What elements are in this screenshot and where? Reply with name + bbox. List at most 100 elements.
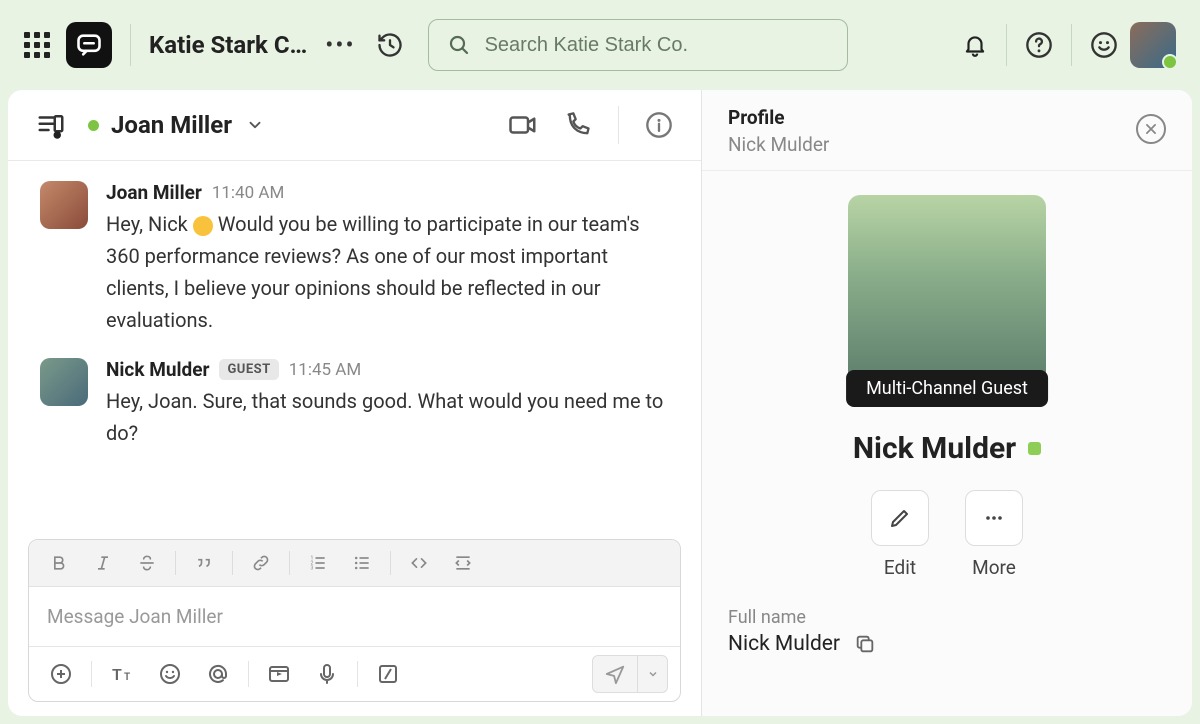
voice-call-button[interactable]	[564, 111, 592, 139]
message-composer: 123 Message Joan Miller TT	[28, 539, 681, 702]
message-input[interactable]: Message Joan Miller	[29, 587, 680, 646]
close-icon	[1144, 122, 1158, 136]
message-author[interactable]: Nick Mulder	[106, 358, 209, 381]
record-audio-button[interactable]	[307, 656, 347, 692]
smile-icon	[1090, 31, 1118, 59]
list-toggle-icon	[36, 110, 66, 140]
bullet-list-button[interactable]	[342, 546, 382, 580]
svg-text:T: T	[124, 672, 130, 683]
divider	[130, 24, 131, 66]
chevron-down-icon	[246, 116, 264, 134]
close-profile-button[interactable]	[1136, 114, 1166, 144]
bold-button[interactable]	[39, 546, 79, 580]
format-toolbar: 123	[29, 540, 680, 587]
more-dots-icon	[982, 506, 1006, 530]
history-button[interactable]	[376, 31, 404, 59]
chevron-down-icon	[647, 668, 659, 680]
profile-header: Profile Nick Mulder	[702, 90, 1192, 171]
record-video-button[interactable]	[259, 656, 299, 692]
shortcuts-button[interactable]	[368, 656, 408, 692]
search-bar[interactable]	[428, 19, 848, 71]
profile-panel: Profile Nick Mulder Multi-Channel Guest …	[702, 90, 1192, 716]
message: Nick Mulder GUEST 11:45 AM Hey, Joan. Su…	[40, 358, 669, 449]
message-author[interactable]: Joan Miller	[106, 181, 202, 204]
history-icon	[376, 31, 404, 59]
channel-list-toggle[interactable]	[36, 110, 66, 140]
text-format-button[interactable]: TT	[102, 656, 142, 692]
bell-icon	[962, 32, 988, 58]
emoji-reactions-button[interactable]	[1090, 31, 1118, 59]
svg-text:3: 3	[311, 566, 314, 572]
chat-header: Joan Miller	[8, 90, 701, 161]
divider	[1071, 24, 1072, 66]
code-block-button[interactable]	[443, 546, 483, 580]
link-icon	[251, 553, 271, 573]
code-block-icon	[453, 553, 473, 573]
code-icon	[409, 553, 429, 573]
divider	[618, 106, 619, 144]
video-clip-icon	[267, 662, 291, 686]
edit-profile-button[interactable]	[871, 490, 929, 546]
ordered-list-button[interactable]: 123	[298, 546, 338, 580]
search-input[interactable]	[485, 34, 829, 57]
italic-button[interactable]	[83, 546, 123, 580]
multi-channel-guest-badge: Multi-Channel Guest	[846, 370, 1048, 407]
copy-full-name-button[interactable]	[854, 633, 876, 655]
smile-icon	[158, 662, 182, 686]
help-icon	[1025, 31, 1053, 59]
smile-emoji-icon	[193, 216, 213, 236]
info-icon	[645, 111, 673, 139]
send-icon	[604, 663, 626, 685]
avatar[interactable]	[40, 358, 88, 406]
chat-title-dropdown[interactable]	[246, 116, 264, 134]
help-button[interactable]	[1025, 31, 1053, 59]
profile-avatar[interactable]: Multi-Channel Guest	[848, 195, 1046, 393]
workspace-name[interactable]: Katie Stark C…	[149, 31, 307, 59]
emoji-button[interactable]	[150, 656, 190, 692]
chat-title[interactable]: Joan Miller	[111, 111, 232, 139]
message: Joan Miller 11:40 AM Hey, Nick Would you…	[40, 181, 669, 336]
pencil-icon	[888, 506, 912, 530]
current-user-avatar[interactable]	[1130, 22, 1176, 68]
more-profile-button[interactable]	[965, 490, 1023, 546]
search-icon	[447, 33, 471, 57]
strikethrough-icon	[137, 553, 157, 573]
chat-bubble-icon	[75, 31, 103, 59]
send-options-button[interactable]	[637, 656, 667, 692]
svg-text:T: T	[112, 665, 122, 684]
mic-icon	[315, 662, 339, 686]
link-button[interactable]	[241, 546, 281, 580]
code-button[interactable]	[399, 546, 439, 580]
message-text: Hey, Nick Would you be willing to partic…	[106, 208, 669, 336]
phone-icon	[564, 111, 592, 139]
avatar[interactable]	[40, 181, 88, 229]
full-name-value: Nick Mulder	[728, 632, 840, 656]
video-call-button[interactable]	[508, 110, 538, 140]
edit-label: Edit	[884, 556, 916, 579]
slash-box-icon	[376, 662, 400, 686]
attach-button[interactable]	[41, 656, 81, 692]
profile-panel-title: Profile	[728, 106, 1136, 129]
info-button[interactable]	[645, 111, 673, 139]
more-label: More	[972, 556, 1016, 579]
apps-grid-icon[interactable]	[24, 32, 50, 58]
divider	[1006, 24, 1007, 66]
notifications-button[interactable]	[962, 32, 988, 58]
full-name-label: Full name	[728, 607, 1166, 628]
send-button[interactable]	[593, 656, 637, 692]
video-icon	[508, 110, 538, 140]
quote-button[interactable]	[184, 546, 224, 580]
message-list: Joan Miller 11:40 AM Hey, Nick Would you…	[8, 161, 701, 539]
at-icon	[206, 662, 230, 686]
mention-button[interactable]	[198, 656, 238, 692]
chat-panel: Joan Miller	[8, 90, 702, 716]
app-logo[interactable]	[66, 22, 112, 68]
message-text: Hey, Joan. Sure, that sounds good. What …	[106, 385, 669, 449]
italic-icon	[93, 553, 113, 573]
message-time: 11:45 AM	[289, 360, 361, 380]
ordered-list-icon: 123	[308, 553, 328, 573]
more-menu-button[interactable]: •••	[325, 31, 355, 59]
plus-circle-icon	[49, 662, 73, 686]
bold-icon	[49, 553, 69, 573]
strikethrough-button[interactable]	[127, 546, 167, 580]
